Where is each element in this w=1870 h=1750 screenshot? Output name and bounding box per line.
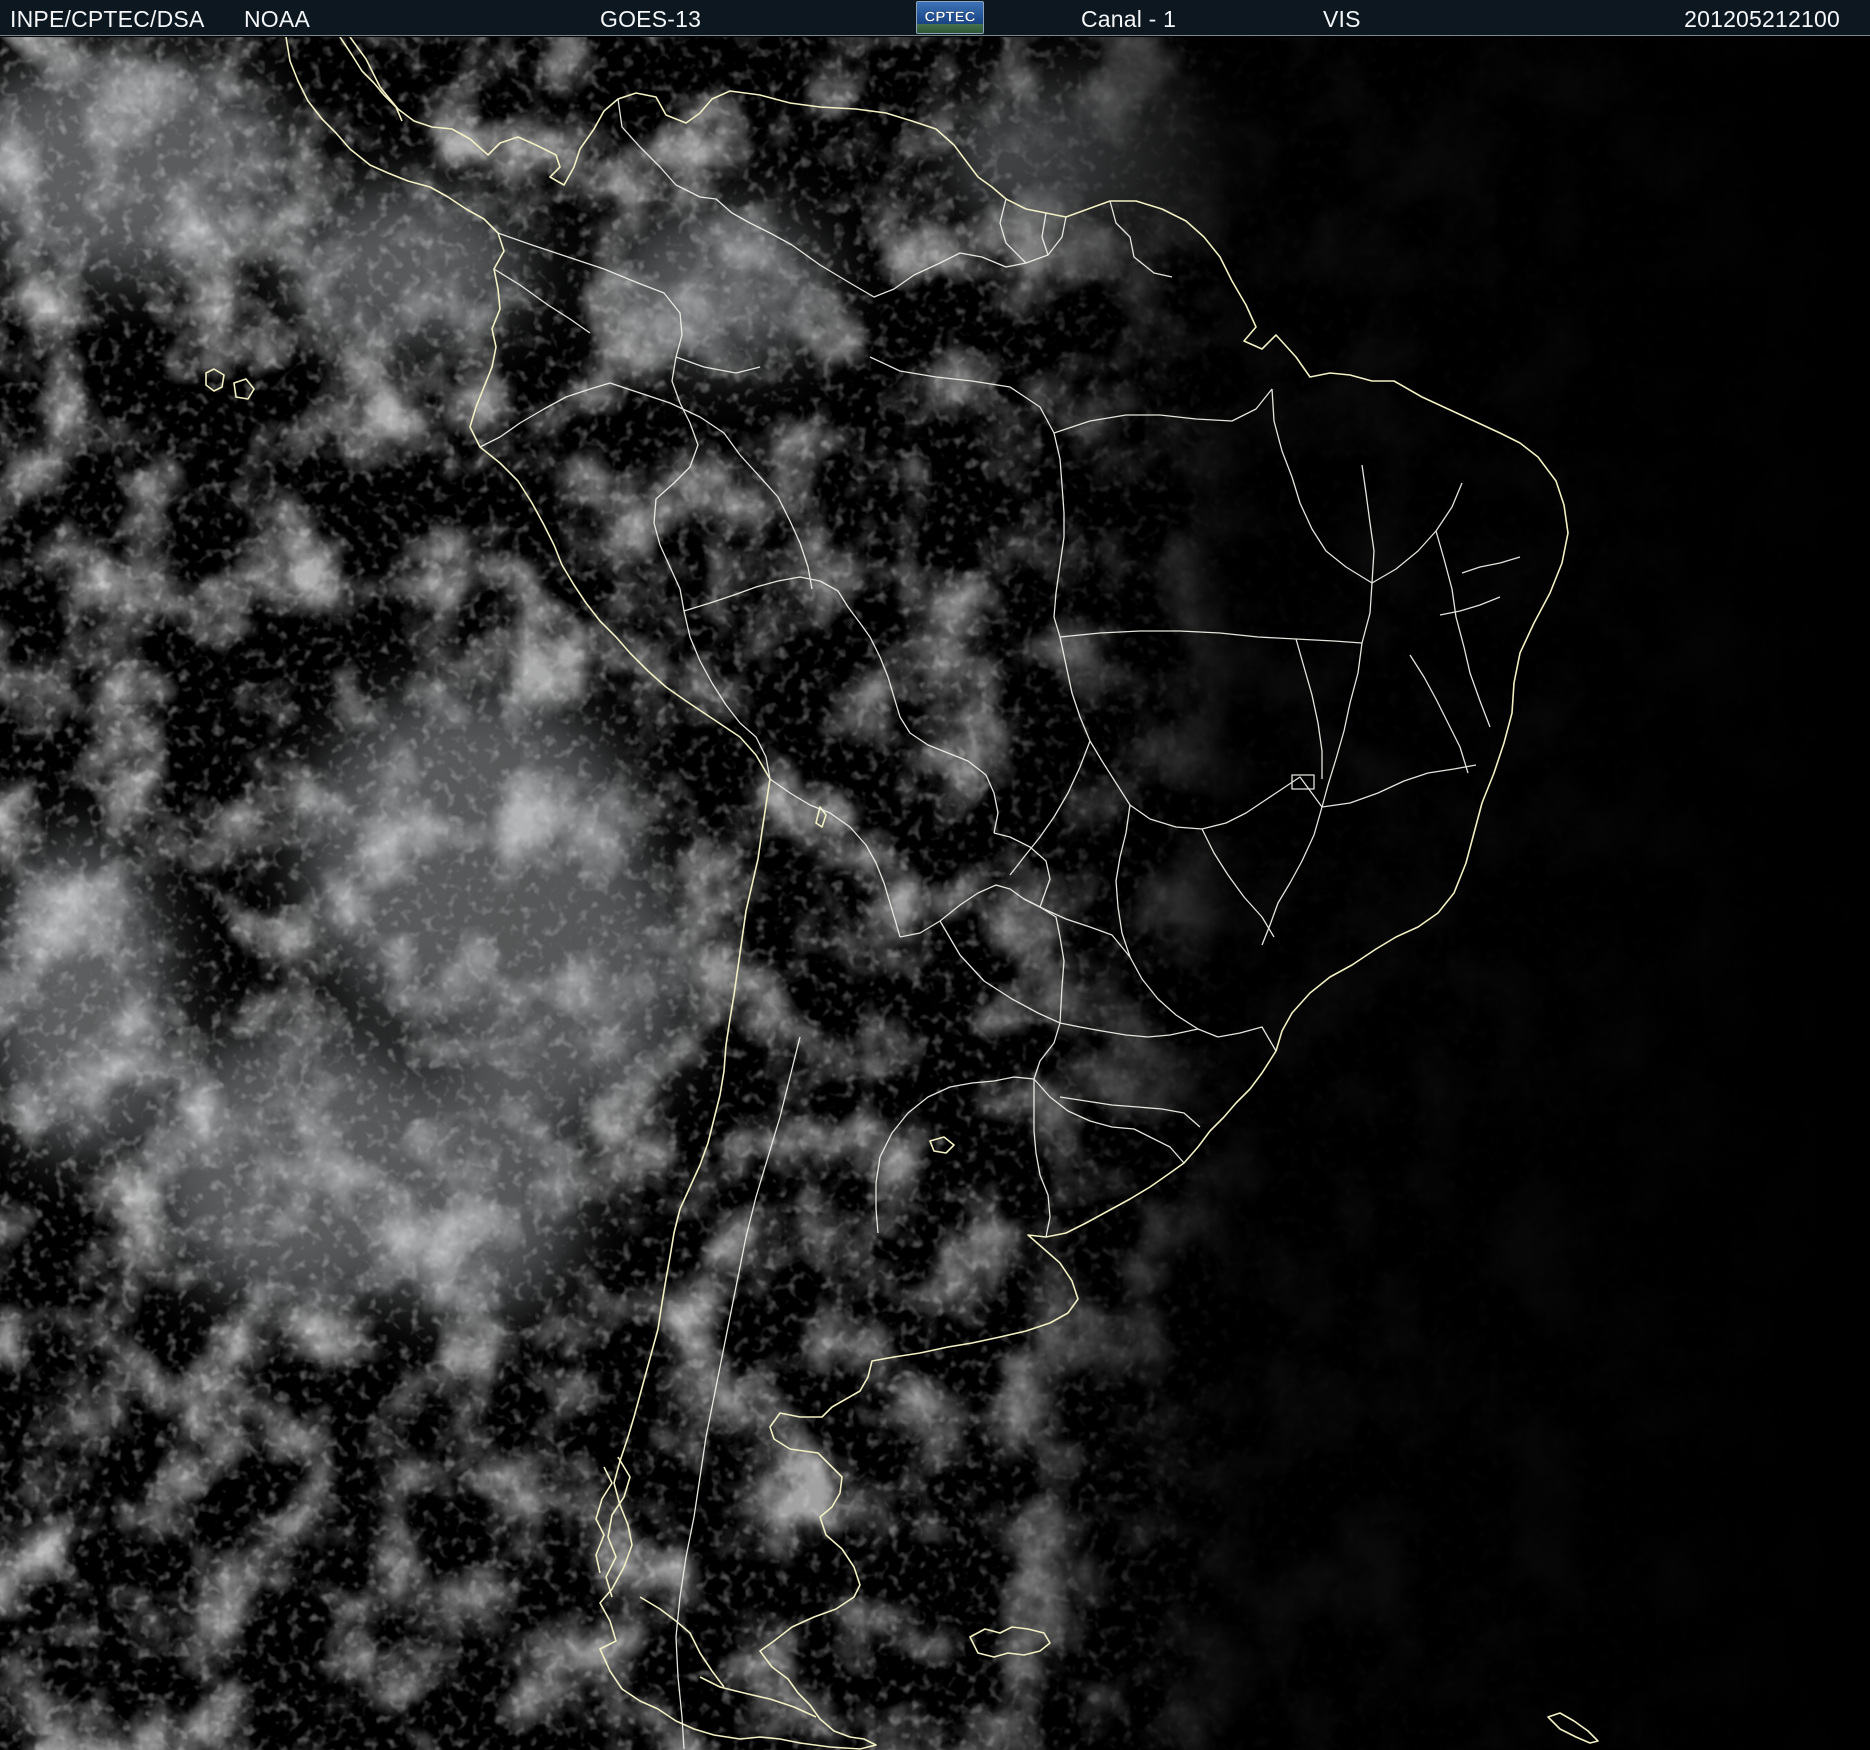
header-bar: INPE/CPTEC/DSA NOAA GOES-13 CPTEC Canal … xyxy=(0,0,1870,36)
cptec-logo-text: CPTEC xyxy=(925,9,976,26)
agency-label: INPE/CPTEC/DSA xyxy=(10,6,205,32)
cptec-logo-graphic: CPTEC xyxy=(924,9,976,26)
cptec-logo: CPTEC xyxy=(916,1,984,34)
channel-label: Canal - 1 xyxy=(1081,6,1177,32)
source-label: NOAA xyxy=(244,6,310,32)
band-label: VIS xyxy=(1323,6,1361,32)
satellite-image xyxy=(0,37,1870,1750)
satellite-image-graphic xyxy=(0,37,1870,1750)
satellite-label: GOES-13 xyxy=(600,6,702,32)
cloud-layer xyxy=(0,37,1870,1750)
timestamp-label: 201205212100 xyxy=(1684,6,1840,32)
